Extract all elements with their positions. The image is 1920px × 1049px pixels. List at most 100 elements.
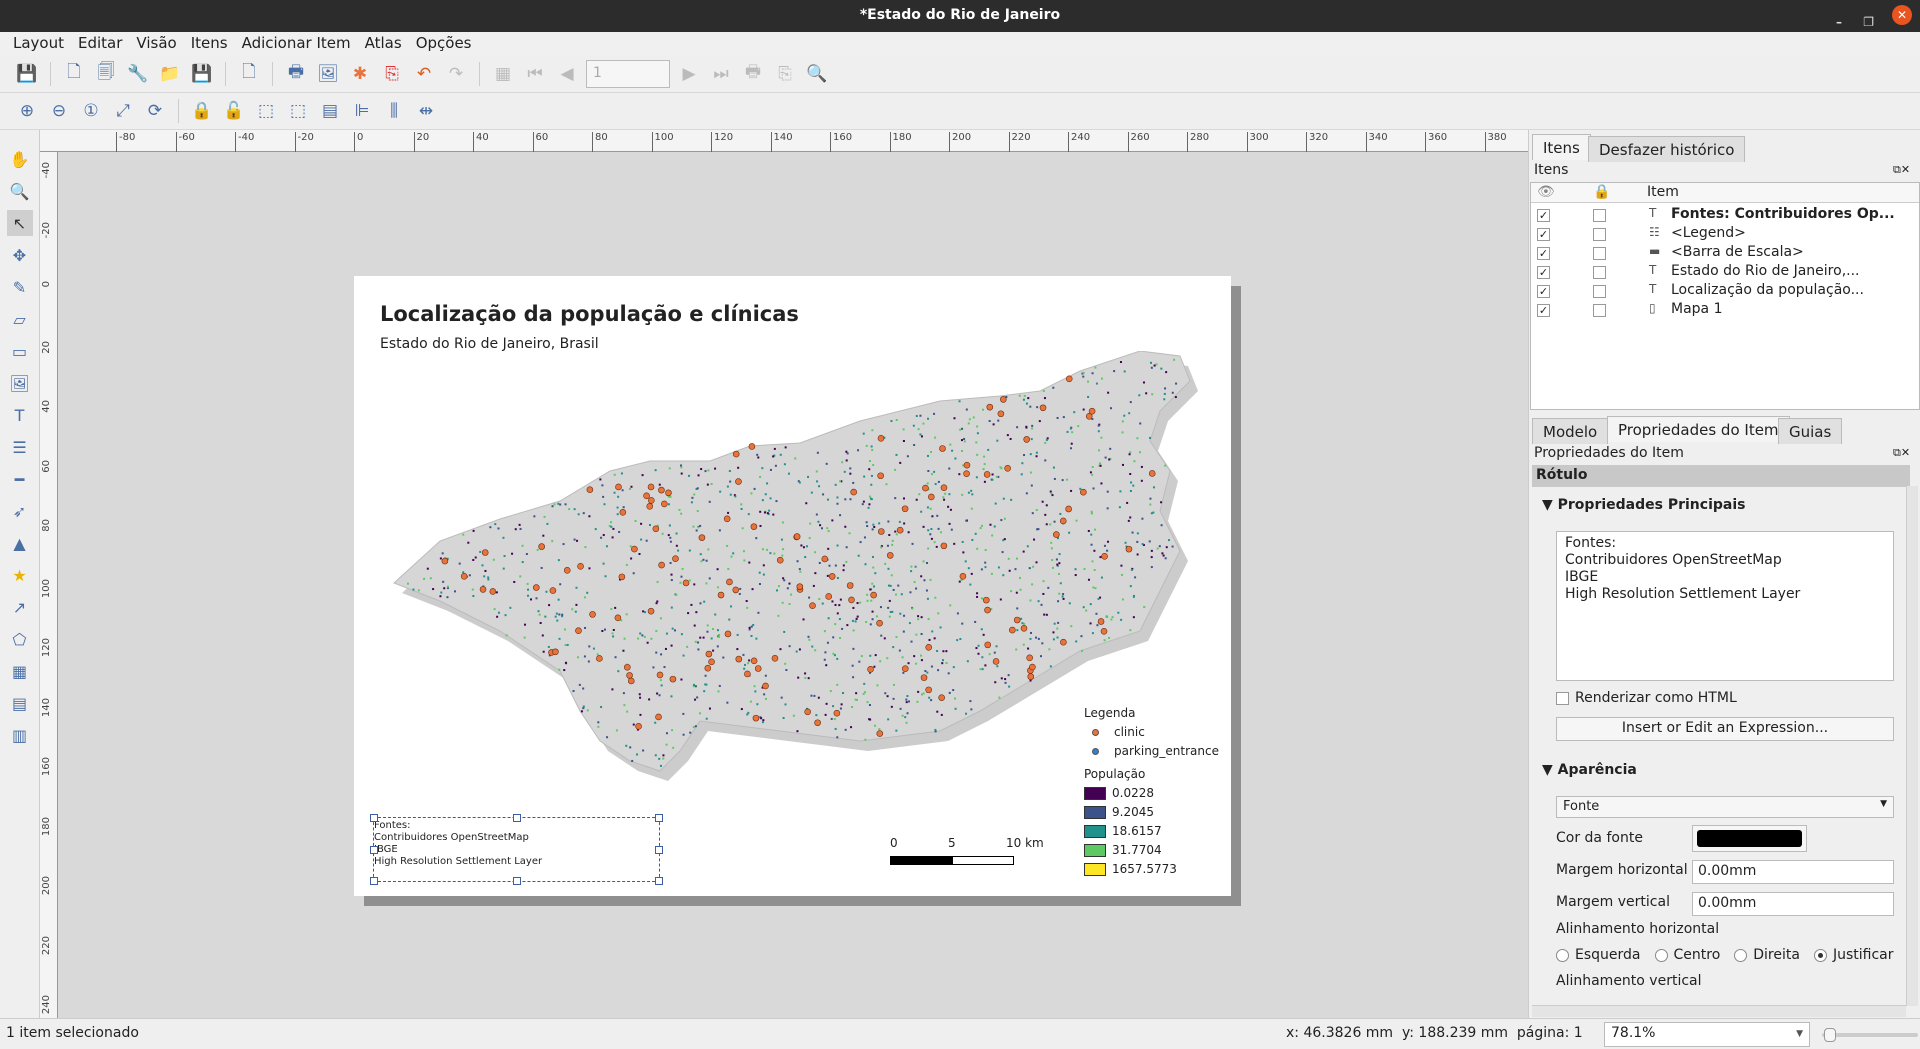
add-legend-icon[interactable]: ☰ xyxy=(7,434,33,460)
resize-handle[interactable] xyxy=(513,814,521,822)
resize-icon[interactable]: ⇹ xyxy=(413,98,439,124)
menu-atlas[interactable]: Atlas xyxy=(358,32,409,55)
move-content-icon[interactable]: ✥ xyxy=(7,242,33,268)
map-title-label[interactable]: Localização da população e clínicas xyxy=(380,302,799,326)
atlas-preview-icon[interactable]: ▦ xyxy=(490,61,516,87)
redo-icon[interactable]: ↷ xyxy=(443,61,469,87)
font-button[interactable]: Fonte ▼ xyxy=(1556,796,1894,818)
item-row[interactable]: ✓ T Estado do Rio de Janeiro,... xyxy=(1531,263,1919,282)
item-row[interactable]: ✓ T Localização da população... xyxy=(1531,282,1919,301)
item-row[interactable]: ✓ ▯ Mapa 1 xyxy=(1531,301,1919,320)
font-color-button[interactable] xyxy=(1692,825,1807,852)
section-appearance[interactable]: ▼ Aparência xyxy=(1542,762,1637,778)
zoom-combo[interactable]: 78.1% ▼ xyxy=(1604,1022,1810,1047)
float-close-icons[interactable]: ⧉✕ xyxy=(1893,446,1910,460)
select-move-icon[interactable]: ↖ xyxy=(6,210,33,236)
map-legend[interactable]: Legenda clinic parking_entrance Populaçã… xyxy=(1084,704,1219,879)
tab-guias[interactable]: Guias xyxy=(1778,418,1843,444)
lock-items-icon[interactable]: 🔒 xyxy=(189,98,215,124)
duplicate-layout-icon[interactable]: 🗐 xyxy=(93,61,119,87)
add-scalebar-icon[interactable]: ━ xyxy=(7,466,33,492)
print-atlas-icon[interactable]: 🖶 xyxy=(740,61,766,87)
refresh-icon[interactable]: ⟳ xyxy=(142,98,168,124)
resize-handle[interactable] xyxy=(655,846,663,854)
add-label-icon[interactable]: T xyxy=(7,402,33,428)
resize-handle[interactable] xyxy=(370,877,378,885)
add-map-icon[interactable]: ▭ xyxy=(7,338,33,364)
group-icon[interactable]: ⬚ xyxy=(253,98,279,124)
raise-icon[interactable]: ▤ xyxy=(317,98,343,124)
previous-feature-icon[interactable]: ◀ xyxy=(554,61,580,87)
export-pdf-icon[interactable]: ⎘ xyxy=(379,61,405,87)
lock-checkbox[interactable] xyxy=(1593,209,1606,222)
resize-handle[interactable] xyxy=(370,814,378,822)
menu-editar[interactable]: Editar xyxy=(71,32,129,55)
pan-icon[interactable]: ✋ xyxy=(7,146,33,172)
items-tree[interactable]: 👁 🔒 Item ✓ T Fontes: Contribuidores Op..… xyxy=(1530,182,1920,410)
unlock-items-icon[interactable]: 🔓 xyxy=(221,98,247,124)
lock-checkbox[interactable] xyxy=(1593,247,1606,260)
edit-nodes-icon[interactable]: ✎ xyxy=(7,274,33,300)
menu-layout[interactable]: Layout xyxy=(6,32,71,55)
menu-opcoes[interactable]: Opções xyxy=(409,32,479,55)
add-fixed-table-icon[interactable]: ▥ xyxy=(7,722,33,748)
next-feature-icon[interactable]: ▶ xyxy=(676,61,702,87)
save-as-template-icon[interactable]: 💾 xyxy=(189,61,215,87)
print-icon[interactable]: 🖶 xyxy=(283,61,309,87)
visibility-checkbox[interactable]: ✓ xyxy=(1537,285,1550,298)
visibility-checkbox[interactable]: ✓ xyxy=(1537,266,1550,279)
hmargin-spinbox[interactable]: 0.00mm xyxy=(1692,860,1894,884)
item-column-header[interactable]: Item xyxy=(1647,184,1679,200)
add-attribute-table-icon[interactable]: ▤ xyxy=(7,690,33,716)
props-horizontal-scrollbar[interactable] xyxy=(1532,1005,1906,1017)
add-marker-icon[interactable]: ★ xyxy=(7,562,33,588)
item-row[interactable]: ✓ ☷ <Legend> xyxy=(1531,225,1919,244)
resize-handle[interactable] xyxy=(370,846,378,854)
new-layout-icon[interactable]: 🗋 xyxy=(61,61,87,87)
item-row[interactable]: ✓ ▬ <Barra de Escala> xyxy=(1531,244,1919,263)
export-svg-icon[interactable]: ✱ xyxy=(347,61,373,87)
item-row[interactable]: ✓ T Fontes: Contribuidores Op... xyxy=(1531,206,1919,225)
zoom-slider[interactable] xyxy=(1822,1028,1918,1042)
ungroup-icon[interactable]: ⬚ xyxy=(285,98,311,124)
lock-checkbox[interactable] xyxy=(1593,266,1606,279)
layout-manager-icon[interactable]: 🔧 xyxy=(125,61,151,87)
save-icon[interactable]: 💾 xyxy=(14,61,40,87)
insert-expression-button[interactable]: Insert or Edit an Expression... xyxy=(1556,717,1894,741)
zoom-out-icon[interactable]: ⊖ xyxy=(46,98,72,124)
align-left-icon[interactable]: ⊫ xyxy=(349,98,375,124)
tab-modelo[interactable]: Modelo xyxy=(1532,418,1609,444)
zoom-full-icon[interactable]: ⤢ xyxy=(110,98,136,124)
radio-centro[interactable]: Centro xyxy=(1654,947,1720,963)
last-feature-icon[interactable]: ⏭ xyxy=(708,61,734,87)
add-polygon-icon[interactable]: ⬠ xyxy=(7,626,33,652)
visibility-checkbox[interactable]: ✓ xyxy=(1537,304,1550,317)
resize-handle[interactable] xyxy=(513,877,521,885)
add-html-icon[interactable]: ▦ xyxy=(7,658,33,684)
zoom-tool-icon[interactable]: 🔍 xyxy=(7,178,33,204)
visibility-checkbox[interactable]: ✓ xyxy=(1537,209,1550,222)
atlas-settings-icon[interactable]: 🔍 xyxy=(804,61,830,87)
lock-checkbox[interactable] xyxy=(1593,228,1606,241)
tab-desfazer-historico[interactable]: Desfazer histórico xyxy=(1588,136,1746,162)
zoom-in-icon[interactable]: ⊕ xyxy=(14,98,40,124)
add-arrow-icon[interactable]: ↗ xyxy=(7,594,33,620)
undo-icon[interactable]: ↶ xyxy=(411,61,437,87)
zoom-100-icon[interactable]: ① xyxy=(78,98,104,124)
export-image-icon[interactable]: 🖼 xyxy=(315,61,341,87)
resize-handle[interactable] xyxy=(655,877,663,885)
add-north-arrow-icon[interactable]: ➶ xyxy=(7,498,33,524)
lock-checkbox[interactable] xyxy=(1593,304,1606,317)
atlas-page-combo[interactable]: 1 xyxy=(586,59,670,88)
distribute-icon[interactable]: ⫼ xyxy=(381,98,407,124)
zoom-slider-handle[interactable] xyxy=(1824,1028,1836,1042)
tab-itens[interactable]: Itens xyxy=(1532,134,1591,160)
add-3d-map-icon[interactable]: ▱ xyxy=(7,306,33,332)
add-picture-icon[interactable]: 🖼 xyxy=(7,370,33,396)
float-close-icons[interactable]: ⧉✕ xyxy=(1893,163,1910,177)
first-feature-icon[interactable]: ⏮ xyxy=(522,61,548,87)
add-shape-icon[interactable]: ▲ xyxy=(7,530,33,556)
close-button[interactable]: ✕ xyxy=(1892,5,1912,25)
export-atlas-icon[interactable]: ⎘ xyxy=(772,61,798,87)
open-folder-icon[interactable]: 📁 xyxy=(157,61,183,87)
